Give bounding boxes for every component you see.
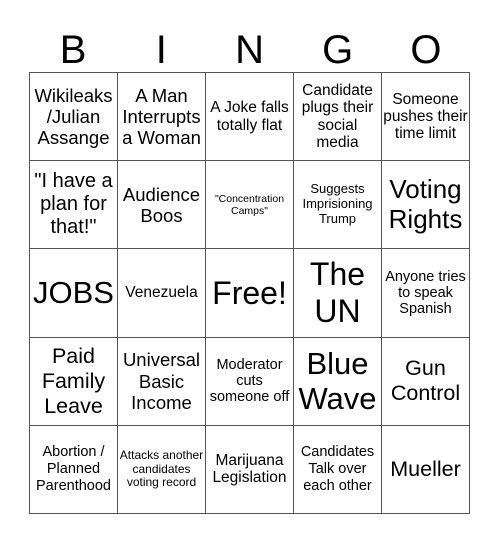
- bingo-cell[interactable]: Blue Wave: [294, 337, 382, 426]
- header-letter-o: O: [410, 28, 442, 72]
- bingo-cell[interactable]: Moderator cuts someone off: [206, 337, 294, 426]
- bingo-cell[interactable]: Candidates Talk over each other: [294, 425, 382, 514]
- bingo-cell-free-space[interactable]: Free!: [206, 249, 294, 338]
- bingo-cell[interactable]: Suggests Imprisioning Trump: [294, 161, 382, 250]
- bingo-cell[interactable]: Mueller: [382, 425, 470, 514]
- bingo-cell[interactable]: JOBS: [30, 249, 118, 338]
- bingo-cell[interactable]: "Concentration Camps": [206, 161, 294, 250]
- bingo-card-grid: Wikileaks /Julian Assange A Man Interrup…: [29, 72, 470, 514]
- bingo-cell[interactable]: Voting Rights: [382, 161, 470, 250]
- header-letter-i: I: [155, 28, 167, 72]
- bingo-cell[interactable]: A Man Interrupts a Woman: [118, 73, 206, 162]
- header-letter-n: N: [235, 28, 264, 72]
- bingo-cell[interactable]: A Joke falls totally flat: [206, 73, 294, 162]
- bingo-cell[interactable]: Marijuana Legislation: [206, 425, 294, 514]
- bingo-header: B I N G O: [29, 28, 470, 72]
- header-letter-g: G: [322, 28, 354, 72]
- bingo-cell[interactable]: Attacks another candidates voting record: [118, 425, 206, 514]
- bingo-cell[interactable]: Someone pushes their time limit: [382, 73, 470, 162]
- bingo-cell[interactable]: Paid Family Leave: [30, 337, 118, 426]
- bingo-cell[interactable]: Wikileaks /Julian Assange: [30, 73, 118, 162]
- header-letter-b: B: [59, 28, 87, 72]
- bingo-cell[interactable]: The UN: [294, 249, 382, 338]
- bingo-cell[interactable]: Gun Control: [382, 337, 470, 426]
- bingo-cell[interactable]: Candidate plugs their social media: [294, 73, 382, 162]
- bingo-cell[interactable]: Venezuela: [118, 249, 206, 338]
- bingo-cell[interactable]: Audience Boos: [118, 161, 206, 250]
- bingo-cell[interactable]: Anyone tries to speak Spanish: [382, 249, 470, 338]
- bingo-cell[interactable]: Abortion / Planned Parenthood: [30, 425, 118, 514]
- bingo-cell[interactable]: "I have a plan for that!": [30, 161, 118, 250]
- bingo-cell[interactable]: Universal Basic Income: [118, 337, 206, 426]
